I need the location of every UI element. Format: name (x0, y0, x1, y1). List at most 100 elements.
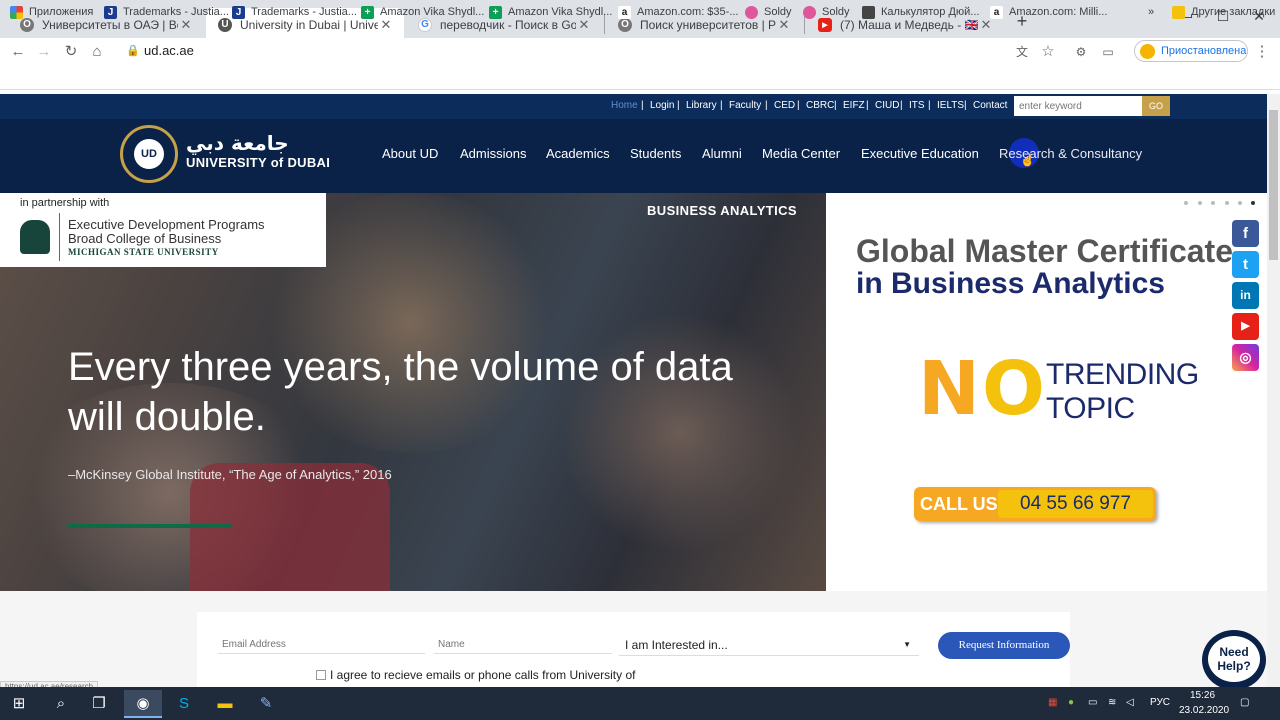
soldy-icon (745, 5, 758, 19)
top-link-cbrc[interactable]: CBRC (806, 100, 834, 111)
nav-students[interactable]: Students (630, 146, 681, 161)
tray-app-icon[interactable]: ▦ (1048, 697, 1057, 708)
other-bookmarks[interactable]: Другие закладки (1172, 4, 1275, 20)
youtube-icon[interactable]: ▶ (1232, 313, 1259, 340)
bookmark-label: Amazon.com: $35-... (637, 6, 739, 18)
nav-executive-education[interactable]: Executive Education (861, 146, 979, 161)
bookmark-label: Soldy (822, 6, 850, 18)
search-icon[interactable]: ⌕ (42, 690, 80, 718)
app-taskbar-icon[interactable]: ✎ (247, 690, 285, 718)
call-us-label: CALL US (920, 494, 998, 514)
bookmark-apps[interactable]: Приложения (10, 4, 93, 20)
apps-grid-icon (10, 5, 23, 19)
top-link-ielts[interactable]: IELTS (937, 100, 964, 111)
top-link-ced[interactable]: CED (774, 100, 795, 111)
bookmark-item[interactable]: a Amazon.com: $35-... (618, 4, 739, 20)
badge-glyph: N (918, 346, 980, 432)
lock-icon: 🔒 (126, 45, 140, 57)
slider-dot[interactable] (1211, 201, 1215, 205)
top-link-ciud[interactable]: CIUD (875, 100, 899, 111)
email-field[interactable] (218, 636, 425, 654)
notifications-icon[interactable]: ▢ (1240, 697, 1249, 708)
home-icon[interactable]: ⌂ (87, 42, 107, 62)
nav-media-center[interactable]: Media Center (762, 146, 840, 161)
tray-app-icon[interactable]: ● (1068, 697, 1074, 708)
skype-icon[interactable]: S (165, 690, 203, 718)
nav-about-ud[interactable]: About UD (382, 146, 438, 161)
bookmarks-bar (0, 66, 1280, 90)
menu-dots-icon[interactable]: ⋮ (1252, 42, 1272, 62)
top-link-home[interactable]: Home (611, 100, 638, 111)
wifi-icon[interactable]: ≋ (1108, 697, 1116, 708)
top-link-faculty[interactable]: Faculty (729, 100, 761, 111)
bookmark-item[interactable]: a Amazon.com: Milli... (990, 4, 1107, 20)
clock-date[interactable]: 23.02.2020 (1179, 705, 1229, 716)
file-explorer-icon[interactable]: ▬ (206, 690, 244, 718)
bookmark-item[interactable]: + Amazon Vika Shydl... (489, 4, 612, 20)
linkedin-icon[interactable]: in (1232, 282, 1259, 309)
clock-time[interactable]: 15:26 (1190, 690, 1215, 701)
sheets-icon: + (489, 5, 502, 19)
instagram-icon[interactable]: ◎ (1232, 344, 1259, 371)
top-link-contact[interactable]: Contact (973, 100, 1007, 111)
nav-admissions[interactable]: Admissions (460, 146, 526, 161)
hero-attribution: –McKinsey Global Institute, “The Age of … (68, 467, 392, 482)
divider: | (677, 100, 680, 111)
slider-dot-active[interactable] (1251, 201, 1255, 205)
profile-status-chip[interactable]: Приостановлена (1134, 40, 1248, 62)
slider-dot[interactable] (1225, 201, 1229, 205)
divider: | (720, 100, 723, 111)
bookmark-star-icon[interactable]: ☆ (1038, 42, 1058, 62)
windows-start-icon[interactable]: ⊞ (0, 690, 38, 718)
bookmark-item[interactable]: + Amazon Vika Shydl... (361, 4, 484, 20)
top-link-its[interactable]: ITS (909, 100, 925, 111)
cast-icon[interactable]: ▭ (1098, 42, 1118, 62)
bookmark-item[interactable]: Калькулятор Дюй... (862, 4, 979, 20)
bookmarks-overflow-button[interactable]: » (1148, 4, 1154, 20)
battery-icon[interactable]: ▭ (1088, 697, 1097, 708)
slider-dot[interactable] (1238, 201, 1242, 205)
top-link-library[interactable]: Library (686, 100, 717, 111)
extension-icon[interactable]: ⚙ (1071, 42, 1091, 62)
nav-alumni[interactable]: Alumni (702, 146, 742, 161)
bookmark-item[interactable]: Soldy (745, 4, 792, 20)
bookmark-label: Приложения (29, 6, 94, 18)
logo-english-text[interactable]: UNIVERSITY of DUBAI (186, 155, 330, 170)
address-bar[interactable]: 🔒 ud.ac.ae (112, 40, 1072, 62)
forward-arrow-icon[interactable]: → (34, 42, 54, 62)
bookmark-item[interactable]: J Trademarks - Justia... (104, 4, 229, 20)
top-link-login[interactable]: Login (650, 100, 674, 111)
facebook-icon[interactable]: f (1232, 220, 1259, 247)
consent-checkbox[interactable] (316, 670, 326, 680)
bookmark-item[interactable]: J Trademarks - Justia... (232, 4, 357, 20)
slider-dot[interactable] (1198, 201, 1202, 205)
site-search-go-button[interactable]: GO (1142, 96, 1170, 116)
bookmark-item[interactable]: Soldy (803, 4, 850, 20)
task-view-icon[interactable]: ❐ (80, 690, 118, 718)
top-link-eifz[interactable]: EIFZ (843, 100, 865, 111)
partner-line-1: Executive Development Programs (68, 217, 265, 232)
calculator-icon (862, 5, 875, 19)
spartan-helmet-icon (20, 220, 50, 254)
hero-quote: Every three years, the volume of data wi… (68, 345, 733, 439)
reload-icon[interactable]: ↻ (61, 42, 81, 62)
back-arrow-icon[interactable]: ← (8, 42, 28, 62)
logo-arabic-text[interactable]: جامعة دبي (186, 131, 289, 155)
slider-dot[interactable] (1184, 201, 1188, 205)
language-indicator[interactable]: РУС (1150, 697, 1170, 708)
twitter-icon[interactable]: t (1232, 251, 1259, 278)
chevron-down-icon: ▼ (903, 640, 911, 649)
need-help-chat-button[interactable]: Need Help? (1202, 630, 1266, 690)
university-seal-logo[interactable]: UD (120, 125, 178, 183)
phone-number[interactable]: 04 55 66 977 (1020, 493, 1131, 515)
nav-academics[interactable]: Academics (546, 146, 610, 161)
page-scrollbar[interactable] (1267, 94, 1280, 687)
site-search-input[interactable] (1014, 96, 1142, 116)
volume-icon[interactable]: ◁ (1126, 697, 1134, 708)
scrollbar-thumb[interactable] (1269, 110, 1278, 260)
translate-icon[interactable]: 文 (1012, 42, 1032, 62)
name-field[interactable] (434, 636, 612, 654)
interest-select[interactable]: I am Interested in... ▼ (619, 634, 919, 656)
request-information-button[interactable]: Request Information (938, 632, 1070, 659)
chrome-taskbar-icon[interactable]: ◉ (124, 690, 162, 718)
